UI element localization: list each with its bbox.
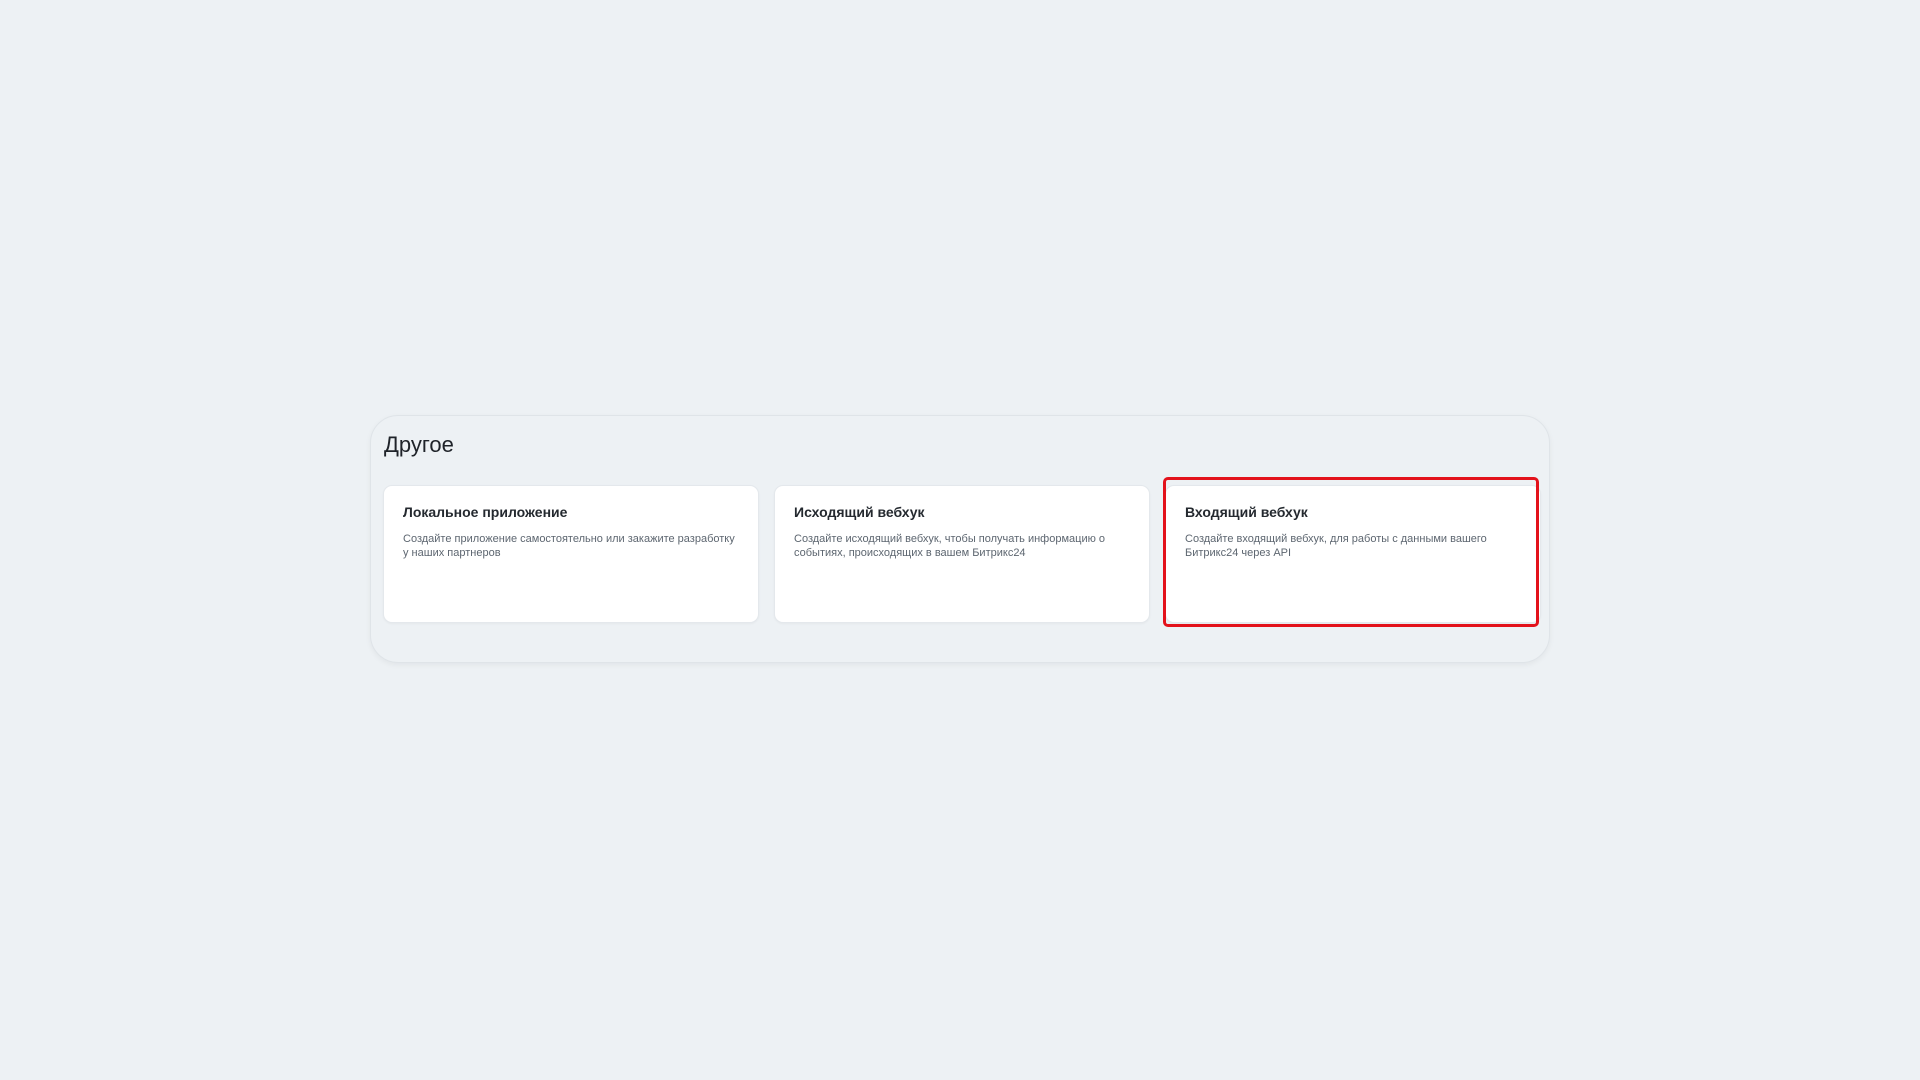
- card-title: Локальное приложение: [403, 504, 568, 520]
- card-description: Создайте входящий вебхук, для работы с д…: [1185, 533, 1487, 559]
- section-title: Другое: [384, 432, 454, 457]
- card-title: Исходящий вебхук: [794, 504, 925, 520]
- incoming-webhook-card[interactable]: Входящий вебхук Создайте входящий вебхук…: [1165, 485, 1541, 623]
- other-section: Другое Локальное приложение Создайте при…: [370, 415, 1550, 663]
- card-description: Создайте приложение самостоятельно или з…: [403, 533, 735, 559]
- outgoing-webhook-card[interactable]: Исходящий вебхук Создайте исходящий вебх…: [774, 485, 1150, 623]
- local-app-card[interactable]: Локальное приложение Создайте приложение…: [383, 485, 759, 623]
- card-description: Создайте исходящий вебхук, чтобы получат…: [794, 533, 1106, 559]
- card-title: Входящий вебхук: [1185, 504, 1308, 520]
